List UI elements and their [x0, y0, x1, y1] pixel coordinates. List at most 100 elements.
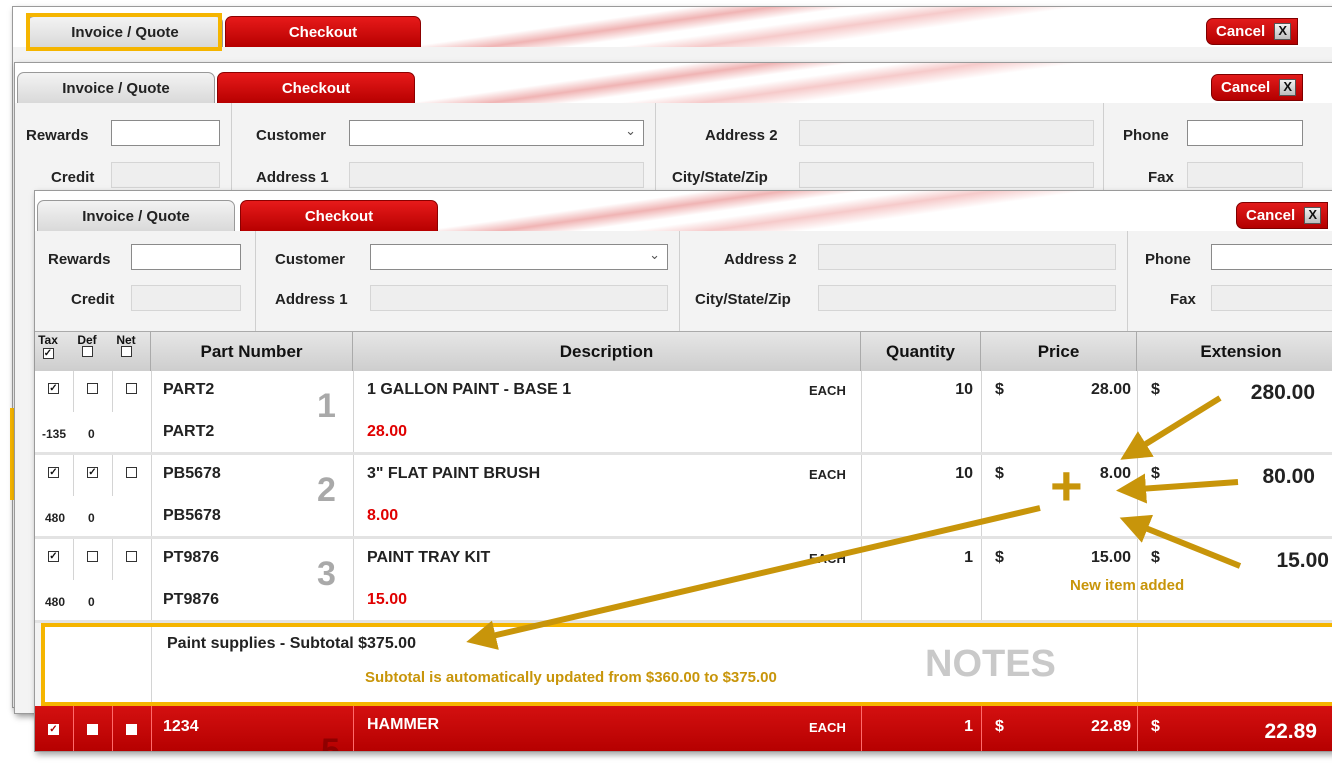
line-number: 2: [317, 471, 336, 509]
net-header-label: Net: [116, 333, 136, 347]
item-description[interactable]: HAMMER: [367, 716, 439, 734]
extension-value: 80.00: [1262, 465, 1315, 488]
chevron-down-icon: ⌄: [649, 247, 660, 262]
price-currency: $: [995, 465, 1004, 482]
address2-field: [818, 244, 1116, 270]
table-row[interactable]: ✓ -135 0 PART2 PART2 1 1 GALLON PAINT - …: [35, 371, 1332, 455]
extension-header[interactable]: Extension: [1137, 332, 1332, 372]
quantity-header[interactable]: Quantity: [861, 332, 981, 372]
tax-checkbox[interactable]: ✓: [48, 467, 59, 478]
unit-price-red: 28.00: [367, 423, 408, 440]
phone-label: Phone: [1145, 251, 1191, 268]
extension-value: 22.89: [1264, 720, 1317, 743]
extension-value: 15.00: [1276, 549, 1329, 572]
city-state-zip-field: [818, 285, 1116, 311]
fax-field: [1187, 162, 1303, 188]
price-currency: $: [995, 381, 1004, 398]
close-icon[interactable]: X: [1274, 23, 1292, 40]
tax-all-checkbox[interactable]: ✓: [42, 348, 54, 359]
net-checkbox[interactable]: [126, 551, 137, 562]
net-all-checkbox[interactable]: [120, 346, 132, 357]
close-icon[interactable]: X: [1279, 79, 1297, 96]
rewards-label: Rewards: [26, 127, 89, 144]
credit-field: [111, 162, 220, 188]
tax-checkbox[interactable]: ✓: [48, 383, 59, 394]
quantity-value[interactable]: 1: [964, 718, 973, 736]
price-header[interactable]: Price: [981, 332, 1137, 372]
extension-currency: $: [1151, 381, 1160, 398]
net-checkbox[interactable]: [126, 383, 137, 394]
def-checkbox[interactable]: [87, 724, 98, 735]
description-header[interactable]: Description: [353, 332, 861, 372]
on-order-count: 0: [88, 427, 95, 441]
invoice-window: Invoice / Quote Checkout Cancel X Reward…: [34, 190, 1332, 752]
part-number[interactable]: 1234: [163, 718, 199, 736]
def-all-checkbox[interactable]: [81, 346, 93, 357]
address2-field: [799, 120, 1094, 146]
city-state-zip-label: City/State/Zip: [695, 291, 791, 308]
def-checkbox[interactable]: [87, 383, 98, 394]
on-order-count: 0: [88, 595, 95, 609]
cancel-button[interactable]: Cancel X: [1206, 18, 1299, 45]
credit-label: Credit: [71, 291, 115, 308]
quantity-value[interactable]: 1: [964, 549, 973, 567]
chevron-down-icon: ⌄: [625, 123, 636, 138]
tax-header-label: Tax: [38, 333, 58, 347]
price-value[interactable]: 22.89: [1091, 718, 1131, 736]
item-description[interactable]: 1 GALLON PAINT - BASE 1: [367, 381, 571, 399]
address2-label: Address 2: [724, 251, 797, 268]
tab-invoice-quote[interactable]: Invoice / Quote: [37, 200, 235, 231]
tab-checkout[interactable]: Checkout: [217, 72, 415, 103]
flag-columns-header: Tax ✓ Def Net: [35, 332, 151, 372]
city-state-zip-label: City/State/Zip: [672, 169, 768, 186]
notes-text[interactable]: Paint supplies - Subtotal $375.00: [167, 635, 416, 653]
table-row[interactable]: ✓ ✓ 480 0 PB5678 PB5678 2 3" FLAT PAINT …: [35, 455, 1332, 539]
fax-label: Fax: [1170, 291, 1196, 308]
price-currency: $: [995, 549, 1004, 566]
unit-of-measure: EACH: [809, 467, 846, 482]
tab-checkout[interactable]: Checkout: [240, 200, 438, 231]
price-value[interactable]: 8.00: [1100, 465, 1131, 483]
close-icon[interactable]: X: [1304, 207, 1322, 224]
customer-select[interactable]: ⌄: [349, 120, 644, 146]
rewards-input[interactable]: [131, 244, 241, 270]
cancel-button[interactable]: Cancel X: [1236, 202, 1329, 229]
part-number[interactable]: PT9876: [163, 549, 219, 567]
notes-row[interactable]: Paint supplies - Subtotal $375.00 NOTES …: [41, 623, 1332, 706]
item-description[interactable]: 3" FLAT PAINT BRUSH: [367, 465, 540, 483]
def-checkbox[interactable]: ✓: [87, 467, 98, 478]
cancel-label: Cancel: [1246, 207, 1296, 224]
price-value[interactable]: 28.00: [1091, 381, 1131, 399]
tab-invoice-quote[interactable]: Invoice / Quote: [17, 72, 215, 103]
tax-checkbox[interactable]: ✓: [48, 551, 59, 562]
fax-label: Fax: [1148, 169, 1174, 186]
unit-price-red: 8.00: [367, 507, 399, 524]
plus-icon: +: [1050, 454, 1083, 517]
selected-table-row[interactable]: ✓ 1234 5 HAMMER EACH 1 $ 22.89 $ 22.89: [35, 706, 1332, 751]
part-number-header[interactable]: Part Number: [151, 332, 353, 372]
net-checkbox[interactable]: [126, 724, 137, 735]
quantity-value[interactable]: 10: [955, 465, 973, 483]
quantity-value[interactable]: 10: [955, 381, 973, 399]
city-state-zip-field: [799, 162, 1094, 188]
tab-checkout[interactable]: Checkout: [225, 16, 421, 47]
credit-label: Credit: [51, 169, 95, 186]
net-checkbox[interactable]: [126, 467, 137, 478]
phone-input[interactable]: [1211, 244, 1332, 270]
new-item-annotation: New item added: [1070, 577, 1185, 594]
credit-field: [131, 285, 241, 311]
def-checkbox[interactable]: [87, 551, 98, 562]
phone-input[interactable]: [1187, 120, 1303, 146]
part-number-alt: PT9876: [163, 591, 220, 608]
tax-checkbox[interactable]: ✓: [48, 724, 59, 735]
price-value[interactable]: 15.00: [1091, 549, 1131, 567]
rewards-input[interactable]: [111, 120, 220, 146]
item-description[interactable]: PAINT TRAY KIT: [367, 549, 490, 567]
part-number[interactable]: PB5678: [163, 465, 221, 483]
fax-field: [1211, 285, 1332, 311]
part-number[interactable]: PART2: [163, 381, 214, 399]
customer-select[interactable]: ⌄: [370, 244, 668, 270]
cancel-button[interactable]: Cancel X: [1211, 74, 1304, 101]
extension-currency: $: [1151, 465, 1160, 482]
part-number-alt: PART2: [163, 423, 215, 440]
